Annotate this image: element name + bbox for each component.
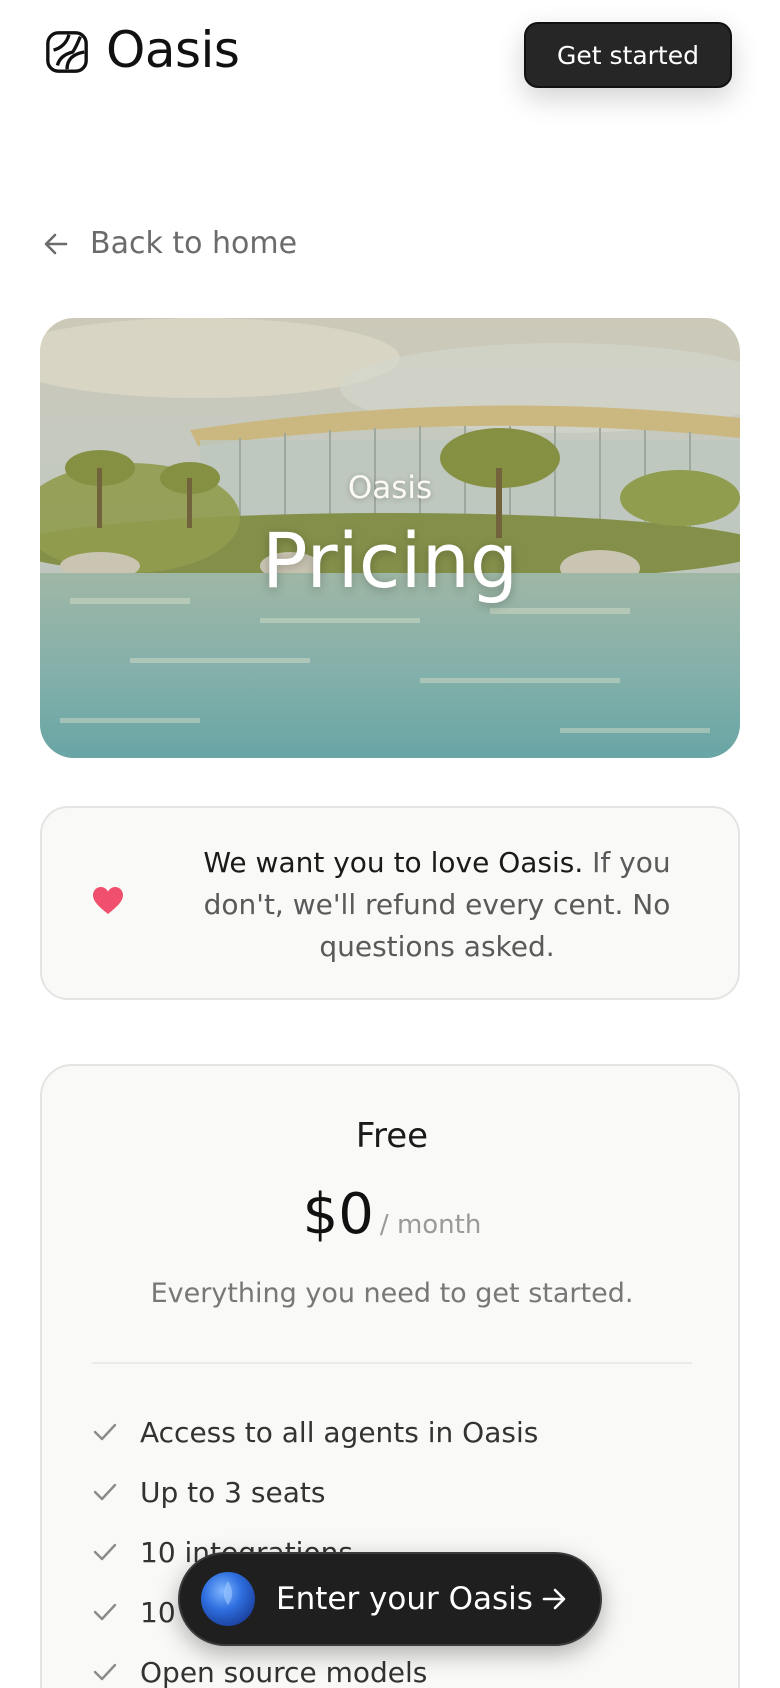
guarantee-strong-text: We want you to love Oasis. bbox=[203, 846, 584, 879]
hero-banner: Oasis Pricing bbox=[40, 318, 740, 758]
back-to-home-label: Back to home bbox=[90, 226, 298, 261]
check-icon bbox=[93, 1663, 117, 1681]
check-icon bbox=[93, 1543, 117, 1561]
back-to-home-link[interactable]: Back to home bbox=[42, 226, 297, 261]
price-amount: $0 bbox=[302, 1182, 374, 1247]
top-header: Oasis Get started bbox=[0, 0, 780, 110]
page-title: Pricing bbox=[261, 516, 519, 605]
feature-item: Up to 3 seats bbox=[92, 1462, 692, 1522]
enter-oasis-label: Enter your Oasis bbox=[276, 1581, 533, 1617]
feature-item: Access to all agents in Oasis bbox=[92, 1402, 692, 1462]
arrow-right-icon bbox=[542, 1588, 566, 1610]
get-started-button[interactable]: Get started bbox=[524, 22, 732, 88]
guarantee-text: We want you to love Oasis. If you don't,… bbox=[162, 842, 712, 968]
oasis-logo-icon bbox=[46, 31, 88, 73]
enter-oasis-button[interactable]: Enter your Oasis bbox=[178, 1552, 602, 1646]
brand-logo[interactable]: Oasis bbox=[44, 22, 240, 78]
plan-price: $0/ month bbox=[42, 1182, 742, 1247]
feature-text: Open source models bbox=[140, 1655, 428, 1688]
price-period: / month bbox=[379, 1210, 482, 1240]
feature-text: Up to 3 seats bbox=[140, 1475, 326, 1509]
plan-name: Free bbox=[355, 1116, 429, 1156]
oasis-orb-icon bbox=[201, 1572, 255, 1626]
brand-name: Oasis bbox=[106, 21, 240, 79]
plan-description: Everything you need to get started. bbox=[150, 1278, 634, 1309]
feature-text: Access to all agents in Oasis bbox=[140, 1415, 539, 1449]
divider bbox=[92, 1362, 692, 1364]
check-icon bbox=[93, 1603, 117, 1621]
hero-eyebrow: Oasis bbox=[347, 470, 433, 506]
heart-icon bbox=[93, 887, 123, 914]
feature-item: Open source models bbox=[92, 1642, 692, 1688]
refund-guarantee-card: We want you to love Oasis. If you don't,… bbox=[40, 806, 740, 1000]
feature-text: 10 bbox=[140, 1595, 176, 1629]
arrow-left-icon bbox=[44, 233, 68, 254]
check-icon bbox=[93, 1423, 117, 1441]
check-icon bbox=[93, 1483, 117, 1501]
